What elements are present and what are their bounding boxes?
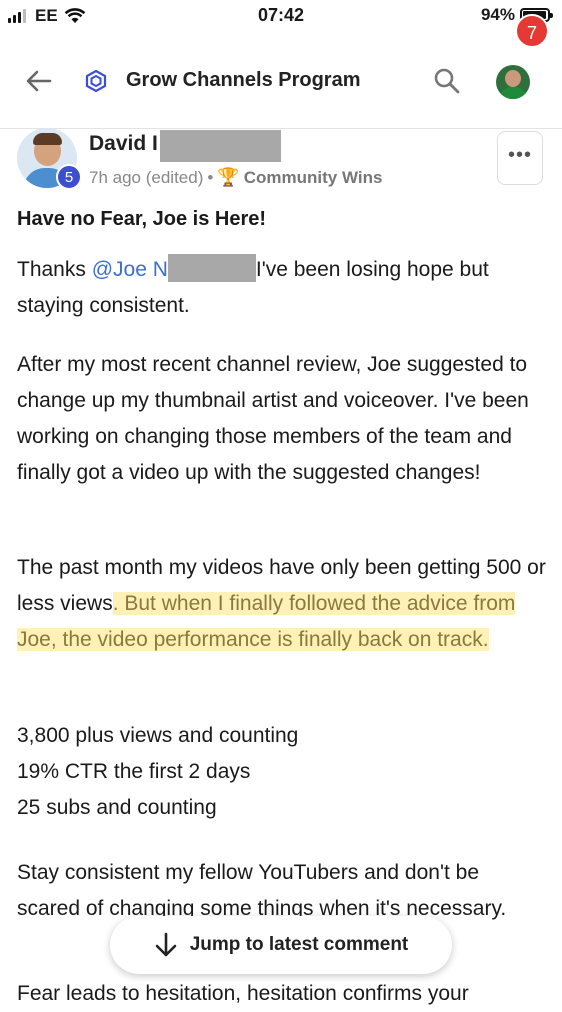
- post-time: 7h ago (edited): [89, 167, 204, 187]
- post-paragraph-6: Fear leads to hesitation, hesitation con…: [17, 982, 469, 1005]
- stat-line: 25 subs and counting: [17, 796, 217, 819]
- redacted-block: [160, 130, 281, 162]
- stats-list: 3,800 plus views and counting 19% CTR th…: [17, 718, 547, 826]
- user-mention-link[interactable]: @Joe N: [92, 258, 168, 281]
- status-bar: EE 07:42 94%: [0, 0, 562, 34]
- post-meta: 7h ago (edited) • 🏆 Community Wins: [89, 167, 382, 188]
- jump-button-label: Jump to latest comment: [189, 934, 409, 955]
- post-paragraph-1: Thanks @Joe N I've been losing hope but s…: [17, 252, 547, 324]
- battery-percent: 94%: [480, 5, 515, 24]
- post-category[interactable]: Community Wins: [244, 168, 383, 188]
- arrow-down-icon: [155, 932, 177, 957]
- post-paragraph-3: The past month my videos have only been …: [17, 550, 547, 658]
- post-title: Have no Fear, Joe is Here!: [17, 208, 267, 230]
- meta-separator: •: [207, 167, 214, 187]
- app-title: Grow Channels Program: [126, 69, 361, 91]
- level-badge: 5: [56, 164, 82, 190]
- user-avatar[interactable]: [496, 65, 530, 99]
- hexagon-logo-icon: [85, 69, 107, 93]
- redacted-block: [167, 254, 256, 282]
- stat-line: 3,800 plus views and counting: [17, 724, 299, 747]
- back-arrow-icon[interactable]: [24, 66, 54, 96]
- search-icon[interactable]: [432, 66, 462, 96]
- author-name[interactable]: David I: [89, 132, 158, 156]
- status-time: 07:42: [257, 5, 305, 25]
- paragraph-text: Thanks: [17, 258, 92, 281]
- jump-to-latest-comment-button[interactable]: Jump to latest comment: [110, 916, 452, 974]
- trophy-icon: 🏆: [217, 167, 240, 187]
- stat-line: 19% CTR the first 2 days: [17, 760, 251, 783]
- more-options-button[interactable]: •••: [497, 131, 543, 185]
- app-header: Grow Channels Program: [0, 34, 562, 129]
- post-paragraph-2: After my most recent channel review, Joe…: [17, 353, 529, 484]
- notification-badge[interactable]: 7: [515, 14, 549, 48]
